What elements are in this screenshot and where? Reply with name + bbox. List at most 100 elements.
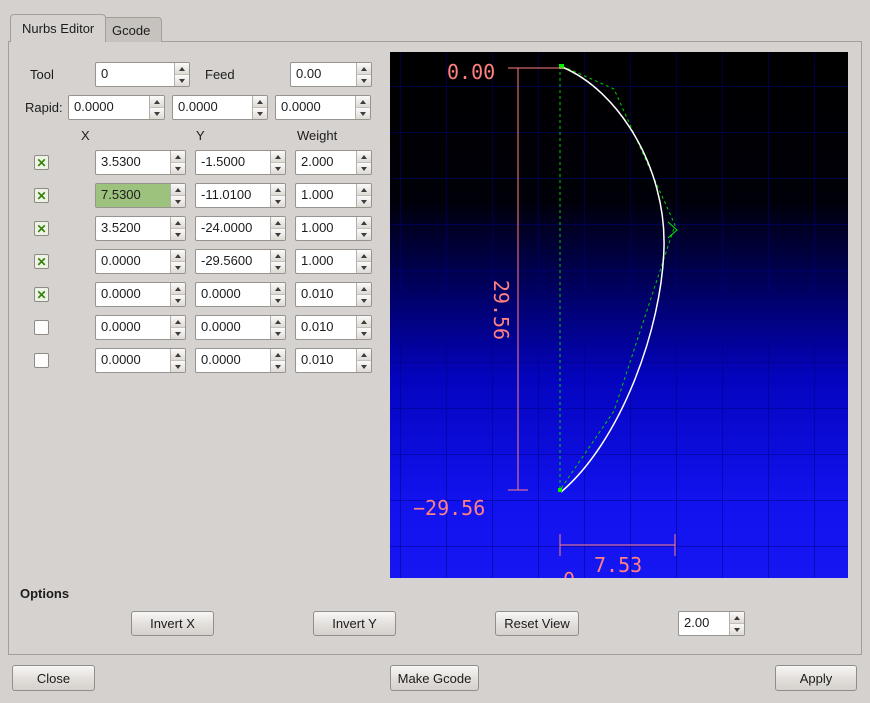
- spin-up-button[interactable]: [357, 217, 371, 229]
- spin-down-button[interactable]: [171, 295, 185, 306]
- point-y-input[interactable]: -24.0000: [195, 216, 286, 241]
- nurbs-preview-plot[interactable]: 0.00 29.56 −29.56 7.53 0: [390, 52, 848, 578]
- spin-buttons[interactable]: [729, 612, 744, 635]
- spin-up-button[interactable]: [171, 184, 185, 196]
- point-weight-input[interactable]: 0.010: [295, 282, 372, 307]
- spin-buttons[interactable]: [356, 349, 371, 372]
- spin-up-button[interactable]: [271, 217, 285, 229]
- spin-buttons[interactable]: [270, 250, 285, 273]
- spin-buttons[interactable]: [356, 316, 371, 339]
- point-weight-input[interactable]: 0.010: [295, 348, 372, 373]
- feed-input[interactable]: 0.00: [290, 62, 372, 87]
- point-enabled-checkbox[interactable]: ✕: [34, 287, 49, 302]
- spin-up-button[interactable]: [271, 349, 285, 361]
- spin-up-button[interactable]: [171, 217, 185, 229]
- spin-buttons[interactable]: [170, 217, 185, 240]
- point-x-input[interactable]: 0.0000: [95, 282, 186, 307]
- point-enabled-checkbox[interactable]: ✕: [34, 155, 49, 170]
- point-x-input[interactable]: 0.0000: [95, 315, 186, 340]
- spin-down-button[interactable]: [356, 108, 370, 119]
- spin-down-button[interactable]: [271, 361, 285, 372]
- point-y-input[interactable]: 0.0000: [195, 282, 286, 307]
- spin-down-button[interactable]: [357, 361, 371, 372]
- invert-x-button[interactable]: Invert X: [131, 611, 214, 636]
- spin-buttons[interactable]: [170, 184, 185, 207]
- spin-buttons[interactable]: [270, 316, 285, 339]
- spin-up-button[interactable]: [357, 151, 371, 163]
- spin-down-button[interactable]: [150, 108, 164, 119]
- spin-up-button[interactable]: [271, 151, 285, 163]
- spin-buttons[interactable]: [356, 217, 371, 240]
- spin-down-button[interactable]: [730, 624, 744, 635]
- point-y-input[interactable]: 0.0000: [195, 315, 286, 340]
- spin-buttons[interactable]: [174, 63, 189, 86]
- spin-buttons[interactable]: [356, 184, 371, 207]
- spin-down-button[interactable]: [253, 108, 267, 119]
- rapid-x-input[interactable]: 0.0000: [68, 95, 165, 120]
- spin-up-button[interactable]: [271, 184, 285, 196]
- point-weight-input[interactable]: 2.000: [295, 150, 372, 175]
- spin-up-button[interactable]: [150, 96, 164, 108]
- point-x-input[interactable]: 0.0000: [95, 249, 186, 274]
- spin-down-button[interactable]: [271, 262, 285, 273]
- point-y-input[interactable]: -1.5000: [195, 150, 286, 175]
- rapid-y-input[interactable]: 0.0000: [172, 95, 268, 120]
- point-enabled-checkbox[interactable]: ✕: [34, 353, 49, 368]
- point-x-input[interactable]: 7.5300: [95, 183, 186, 208]
- spin-down-button[interactable]: [357, 196, 371, 207]
- spin-down-button[interactable]: [357, 75, 371, 86]
- spin-up-button[interactable]: [171, 316, 185, 328]
- spin-down-button[interactable]: [357, 328, 371, 339]
- scale-input[interactable]: 2.00: [678, 611, 745, 636]
- spin-up-button[interactable]: [271, 250, 285, 262]
- spin-buttons[interactable]: [270, 349, 285, 372]
- spin-down-button[interactable]: [357, 163, 371, 174]
- apply-button[interactable]: Apply: [775, 665, 857, 691]
- spin-buttons[interactable]: [170, 316, 185, 339]
- close-button[interactable]: Close: [12, 665, 95, 691]
- spin-buttons[interactable]: [355, 96, 370, 119]
- tab-nurbs-editor[interactable]: Nurbs Editor: [10, 14, 107, 42]
- point-x-input[interactable]: 3.5300: [95, 150, 186, 175]
- spin-down-button[interactable]: [175, 75, 189, 86]
- spin-buttons[interactable]: [270, 151, 285, 174]
- invert-y-button[interactable]: Invert Y: [313, 611, 396, 636]
- spin-down-button[interactable]: [271, 328, 285, 339]
- spin-up-button[interactable]: [171, 250, 185, 262]
- spin-up-button[interactable]: [271, 316, 285, 328]
- spin-buttons[interactable]: [170, 151, 185, 174]
- spin-buttons[interactable]: [270, 184, 285, 207]
- spin-up-button[interactable]: [171, 283, 185, 295]
- rapid-z-input[interactable]: 0.0000: [275, 95, 371, 120]
- point-y-input[interactable]: -29.5600: [195, 249, 286, 274]
- spin-buttons[interactable]: [356, 151, 371, 174]
- spin-buttons[interactable]: [149, 96, 164, 119]
- spin-down-button[interactable]: [171, 196, 185, 207]
- spin-down-button[interactable]: [357, 262, 371, 273]
- spin-buttons[interactable]: [170, 349, 185, 372]
- spin-up-button[interactable]: [357, 316, 371, 328]
- point-weight-input[interactable]: 0.010: [295, 315, 372, 340]
- point-x-input[interactable]: 3.5200: [95, 216, 186, 241]
- point-weight-input[interactable]: 1.000: [295, 249, 372, 274]
- spin-down-button[interactable]: [271, 196, 285, 207]
- spin-down-button[interactable]: [271, 229, 285, 240]
- spin-up-button[interactable]: [356, 96, 370, 108]
- point-enabled-checkbox[interactable]: ✕: [34, 188, 49, 203]
- point-y-input[interactable]: 0.0000: [195, 348, 286, 373]
- spin-up-button[interactable]: [271, 283, 285, 295]
- spin-buttons[interactable]: [170, 250, 185, 273]
- spin-up-button[interactable]: [357, 283, 371, 295]
- spin-buttons[interactable]: [356, 283, 371, 306]
- spin-down-button[interactable]: [171, 229, 185, 240]
- point-enabled-checkbox[interactable]: ✕: [34, 254, 49, 269]
- spin-buttons[interactable]: [270, 283, 285, 306]
- tool-input[interactable]: 0: [95, 62, 190, 87]
- spin-buttons[interactable]: [356, 63, 371, 86]
- spin-up-button[interactable]: [357, 63, 371, 75]
- point-weight-input[interactable]: 1.000: [295, 183, 372, 208]
- point-x-input[interactable]: 0.0000: [95, 348, 186, 373]
- spin-down-button[interactable]: [271, 295, 285, 306]
- point-weight-input[interactable]: 1.000: [295, 216, 372, 241]
- point-enabled-checkbox[interactable]: ✕: [34, 221, 49, 236]
